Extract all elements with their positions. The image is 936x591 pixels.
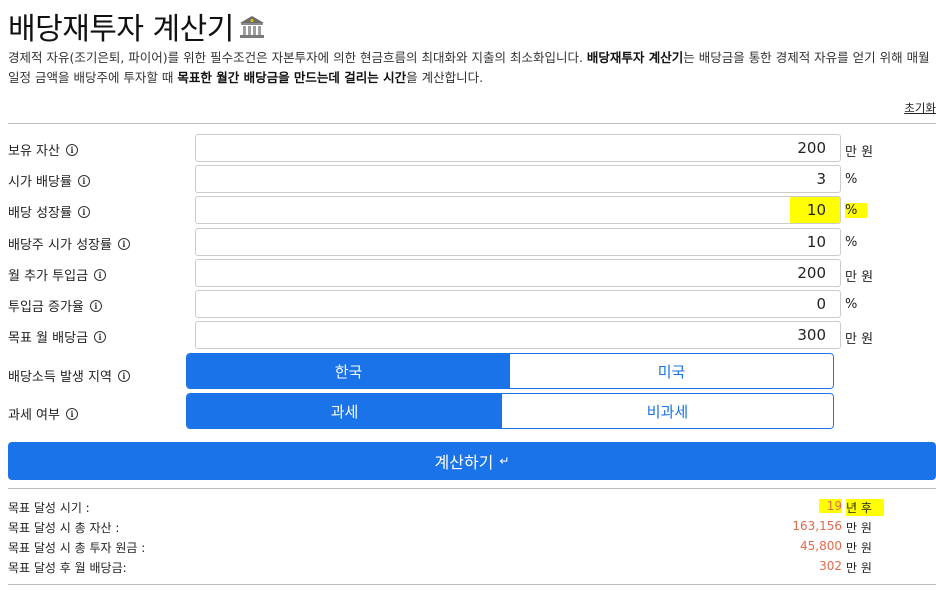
- calculate-button[interactable]: 계산하기 ↵: [8, 442, 936, 480]
- divider: [8, 123, 936, 124]
- tax-toggle: 과세 비과세: [186, 393, 834, 429]
- desc-bold-2: 목표한 월간 배당금을 만드는데 걸리는 시간: [177, 70, 407, 85]
- dividend-growth-input[interactable]: [195, 196, 841, 224]
- unit-label: %: [845, 172, 858, 187]
- result-unit: 만 원: [846, 561, 872, 575]
- page-description: 경제적 자유(조기은퇴, 파이어)를 위한 필수조건은 자본투자에 의한 현금흐…: [8, 48, 932, 88]
- result-row-target-time: 목표 달성 시기 : 19 년 후: [8, 497, 936, 516]
- result-unit: 년 후: [846, 499, 884, 516]
- field-label: 보유 자산 i: [8, 140, 78, 159]
- result-value: 19: [818, 499, 842, 513]
- region-toggle: 한국 미국: [186, 353, 834, 389]
- divider: [8, 584, 936, 585]
- info-icon[interactable]: i: [77, 205, 90, 218]
- result-label: 목표 달성 후 월 배당금:: [8, 561, 127, 575]
- desc-text-3: 을 계산합니다.: [406, 70, 484, 85]
- desc-text-1: 경제적 자유(조기은퇴, 파이어)를 위한 필수조건은 자본투자에 의한 현금흐…: [8, 50, 587, 65]
- divider: [8, 488, 936, 489]
- info-icon[interactable]: i: [65, 143, 78, 156]
- result-unit: 만 원: [846, 541, 872, 555]
- result-label: 목표 달성 시 총 자산 :: [8, 521, 120, 535]
- result-row-monthly-dividend: 목표 달성 후 월 배당금: 302 만 원: [8, 557, 936, 575]
- info-icon[interactable]: i: [65, 407, 78, 420]
- result-label: 목표 달성 시기 :: [8, 501, 90, 515]
- field-row-price-growth: 배당주 시가 성장률i %: [8, 228, 936, 258]
- field-label: 목표 월 배당금 i: [8, 327, 107, 346]
- page-title-text: 배당재투자 계산기: [8, 12, 234, 47]
- unit-label: 만 원: [845, 332, 874, 347]
- field-label: 월 추가 투입금 i: [8, 265, 107, 284]
- contribution-growth-input[interactable]: [195, 290, 841, 318]
- field-label: 과세 여부 i: [8, 404, 78, 423]
- result-row-total-principal: 목표 달성 시 총 투자 원금 : 45,800 만 원: [8, 537, 936, 555]
- field-label: 배당소득 발생 지역 i: [8, 366, 130, 385]
- field-row-dividend-yield: 시가 배당률i %: [8, 165, 936, 195]
- dividend-yield-input[interactable]: [195, 165, 841, 193]
- info-icon[interactable]: i: [77, 174, 90, 187]
- field-label: 시가 배당률 i: [8, 171, 90, 190]
- field-label: 배당주 시가 성장률 i: [8, 234, 130, 253]
- info-icon[interactable]: i: [117, 369, 130, 382]
- field-row-monthly-contribution: 월 추가 투입금i 만 원: [8, 259, 936, 289]
- region-option-usa[interactable]: 미국: [510, 354, 833, 388]
- field-row-target-dividend: 목표 월 배당금i 만 원: [8, 321, 936, 351]
- price-growth-input[interactable]: [195, 228, 841, 256]
- result-value: 302: [819, 559, 842, 573]
- bank-building-icon: [238, 13, 266, 39]
- info-icon[interactable]: i: [117, 237, 130, 250]
- unit-label: %: [845, 297, 858, 312]
- monthly-contribution-input[interactable]: [195, 259, 841, 287]
- unit-label: 만 원: [845, 270, 874, 285]
- unit-label: %: [845, 203, 868, 218]
- result-value: 45,800: [800, 539, 842, 553]
- region-option-korea[interactable]: 한국: [187, 354, 510, 388]
- tax-option-taxed[interactable]: 과세: [187, 394, 502, 428]
- result-value: 163,156: [792, 519, 842, 533]
- unit-label: %: [845, 235, 858, 250]
- field-label: 배당 성장률 i: [8, 202, 90, 221]
- reset-link[interactable]: 초기화: [904, 100, 936, 116]
- field-row-dividend-growth: 배당 성장률i %: [8, 196, 936, 226]
- field-label: 투입금 증가율 i: [8, 296, 102, 315]
- result-unit: 만 원: [846, 521, 872, 535]
- result-row-total-assets: 목표 달성 시 총 자산 : 163,156 만 원: [8, 517, 936, 535]
- calculate-button-label: 계산하기: [434, 453, 494, 472]
- info-icon[interactable]: i: [94, 268, 107, 281]
- tax-option-tax-free[interactable]: 비과세: [502, 394, 833, 428]
- unit-label: 만 원: [845, 145, 874, 160]
- info-icon[interactable]: i: [94, 330, 107, 343]
- desc-bold-1: 배당재투자 계산기: [586, 50, 684, 65]
- enter-return-icon: ↵: [499, 454, 510, 468]
- target-dividend-input[interactable]: [195, 321, 841, 349]
- field-row-holdings: 보유 자산i 만 원: [8, 134, 936, 164]
- info-icon[interactable]: i: [89, 299, 102, 312]
- page-title: 배당재투자 계산기: [8, 4, 266, 48]
- result-label: 목표 달성 시 총 투자 원금 :: [8, 541, 146, 555]
- holdings-input[interactable]: [195, 134, 841, 162]
- field-row-contribution-growth: 투입금 증가율i %: [8, 290, 936, 320]
